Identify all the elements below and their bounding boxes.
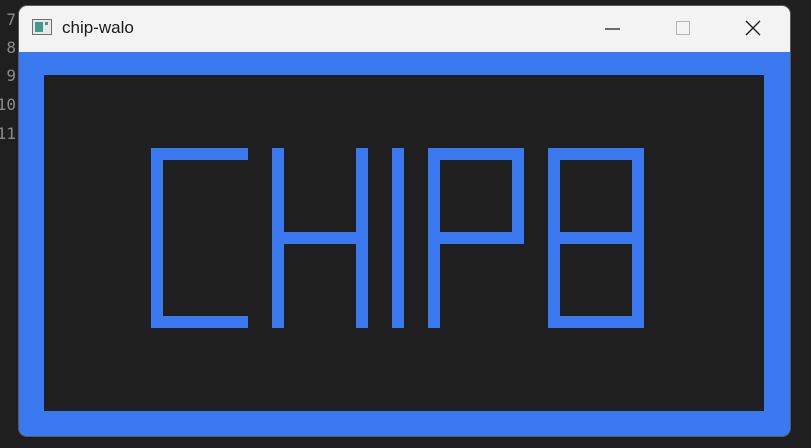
- logo-stroke: [428, 232, 524, 244]
- app-window-icon[interactable]: [32, 19, 52, 35]
- minimize-icon: [605, 28, 620, 30]
- line-number: 7: [6, 10, 16, 29]
- logo-stroke: [548, 232, 644, 244]
- maximize-button[interactable]: [648, 6, 718, 52]
- logo-stroke: [548, 316, 644, 328]
- close-icon: [745, 20, 761, 36]
- maximize-icon: [676, 21, 690, 35]
- logo-stroke: [428, 148, 524, 160]
- line-number: 9: [6, 66, 16, 85]
- window-title: chip-walo: [62, 18, 134, 37]
- close-button[interactable]: [718, 6, 788, 52]
- title-bar[interactable]: chip-walo: [19, 6, 790, 52]
- logo-stroke: [512, 148, 524, 244]
- logo-stroke: [151, 316, 248, 328]
- emulator-client-area: [19, 52, 790, 436]
- logo-stroke: [548, 148, 644, 160]
- logo-stroke: [356, 148, 368, 328]
- minimize-button[interactable]: [578, 6, 648, 52]
- logo-stroke: [151, 148, 163, 328]
- chip8-logo: [151, 148, 644, 328]
- logo-stroke: [151, 148, 248, 160]
- line-number: 11: [0, 124, 16, 143]
- line-number: 10: [0, 95, 16, 114]
- line-number: 8: [6, 38, 16, 57]
- logo-stroke: [392, 148, 404, 328]
- logo-stroke: [272, 232, 368, 244]
- app-window: chip-walo: [19, 6, 790, 436]
- emulator-screen[interactable]: [44, 75, 764, 411]
